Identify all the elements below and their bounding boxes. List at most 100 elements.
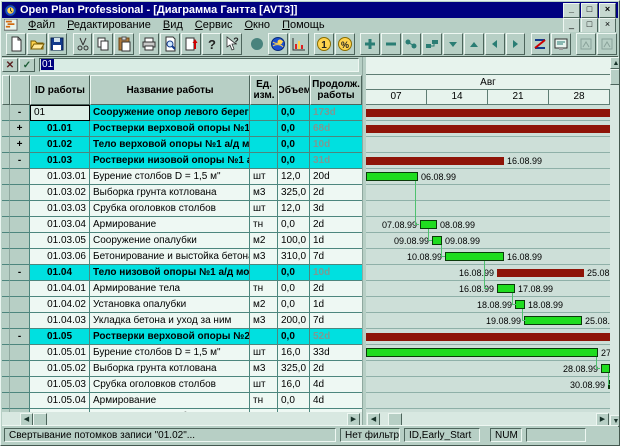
context-help-button[interactable]: ? — [222, 33, 242, 55]
table-row[interactable]: 01.04.01Армирование телатн0,02d — [2, 281, 362, 297]
screen-view-button[interactable] — [551, 33, 571, 55]
table-row[interactable]: 01.05.03Срубка оголовков столбовшт16,04d — [2, 377, 362, 393]
table-row[interactable]: -01Сооружение опор левого берега0,0173d — [2, 105, 362, 121]
table-row[interactable]: 01.03.05Сооружение опалубким2100,01d — [2, 233, 362, 249]
collapse-toggle[interactable]: - — [10, 153, 30, 169]
summary-bar[interactable] — [497, 269, 584, 277]
help-button[interactable]: ? — [202, 33, 222, 55]
child-minimize-button[interactable]: _ — [563, 18, 580, 33]
header-volume[interactable]: Объем — [278, 75, 310, 105]
vscroll-thumb[interactable] — [610, 69, 620, 85]
task-bar[interactable] — [366, 348, 598, 357]
sort-update-button[interactable] — [181, 33, 201, 55]
cell-unit: шт — [250, 377, 278, 393]
collapse-toggle[interactable]: + — [10, 137, 30, 153]
restore-button[interactable]: □ — [581, 3, 598, 18]
header-name[interactable]: Название работы — [90, 75, 250, 105]
collapse-toggle[interactable]: - — [10, 265, 30, 281]
main-area: ✕ ✓ 01 ID работы Название работы Ед. изм… — [2, 57, 620, 427]
histogram-button[interactable] — [289, 33, 309, 55]
gantt-row: 16.08.9925.08.9 — [366, 265, 610, 281]
summary-bar[interactable] — [366, 333, 610, 341]
minimize-button[interactable]: _ — [563, 3, 580, 18]
table-row[interactable]: +01.02Тело верховой опоры №1 а/д моста0,… — [2, 137, 362, 153]
new-document-button[interactable] — [6, 33, 26, 55]
table-row[interactable]: 01.04.03Укладка бетона и уход за нимм320… — [2, 313, 362, 329]
collapse-toggle[interactable]: - — [10, 329, 30, 345]
time-circle-icon — [247, 33, 267, 55]
header-unit[interactable]: Ед. изм. — [250, 75, 278, 105]
table-row[interactable]: 01.03.06Бетонирование и выстойка бетонам… — [2, 249, 362, 265]
save-button[interactable] — [48, 33, 68, 55]
print-button[interactable] — [139, 33, 159, 55]
bar-start-date: 18.08.99 — [477, 299, 512, 311]
table-row[interactable]: 01.03.01Бурение столбов D = 1,5 м"шт12,0… — [2, 169, 362, 185]
coin-percent-button[interactable]: % — [335, 33, 355, 55]
node-button[interactable] — [422, 33, 442, 55]
menu-item-4[interactable]: Окно — [238, 19, 276, 32]
task-bar[interactable] — [432, 236, 442, 245]
task-bar[interactable] — [445, 252, 504, 261]
table-row[interactable]: 01.03.02Выборка грунта котлованам3325,02… — [2, 185, 362, 201]
zigzag-view-button[interactable] — [531, 33, 551, 55]
cell-dur: 1d — [310, 297, 362, 313]
summary-bar[interactable] — [366, 125, 610, 133]
close-button[interactable]: × — [599, 3, 616, 18]
task-bar[interactable] — [420, 220, 437, 229]
task-bar[interactable] — [601, 364, 610, 373]
open-button[interactable] — [27, 33, 47, 55]
table-row[interactable]: +01.01Ростверки верховой опоры №1 а/д0,0… — [2, 121, 362, 137]
menu-item-5[interactable]: Помощь — [276, 19, 331, 32]
bar-finish-date: 27 — [601, 347, 610, 359]
summary-bar[interactable] — [366, 109, 610, 117]
link-button[interactable] — [402, 33, 422, 55]
summary-bar[interactable] — [366, 157, 504, 165]
cell-sel — [2, 217, 10, 233]
cell-id: 01.05.01 — [30, 345, 90, 361]
gantt-pane: Авг 07 14 21 28 16.08.9906.08.9907.08.99… — [366, 57, 610, 427]
task-bar[interactable] — [366, 172, 418, 181]
header-duration[interactable]: Продолж. работы — [310, 75, 362, 105]
table-row[interactable]: 01.05.04Армированиетн0,04d — [2, 393, 362, 409]
table-row[interactable]: -01.04Тело низовой опоры №1 а/д моста0,0… — [2, 265, 362, 281]
cell-vol: 16,0 — [278, 377, 310, 393]
table-row[interactable]: 01.03.03Срубка оголовков столбовшт12,03d — [2, 201, 362, 217]
move-left-button[interactable] — [485, 33, 505, 55]
world-clock-button[interactable] — [268, 33, 288, 55]
add-button[interactable] — [360, 33, 380, 55]
task-bar[interactable] — [497, 284, 515, 293]
child-restore-button[interactable]: □ — [581, 18, 598, 33]
task-bar[interactable] — [524, 316, 582, 325]
cell-sel — [2, 121, 10, 137]
table-row[interactable]: 01.05.02Выборка грунта котлованам3325,02… — [2, 361, 362, 377]
move-down-button[interactable] — [443, 33, 463, 55]
header-id[interactable]: ID работы — [30, 75, 90, 105]
table-row[interactable]: -01.03Ростверки низовой опоры №1 а/д м0,… — [2, 153, 362, 169]
collapse-toggle[interactable]: - — [10, 105, 30, 121]
table-row[interactable]: 01.05.01Бурение столбов D = 1,5 м"шт16,0… — [2, 345, 362, 361]
table-row[interactable]: 01.03.04Армированиетн0,02d — [2, 217, 362, 233]
cell-edit-field[interactable]: 01 — [39, 58, 359, 72]
menu-item-2[interactable]: Вид — [157, 19, 189, 32]
vertical-scrollbar[interactable]: ▲ ▼ — [610, 57, 620, 427]
scroll-up-icon[interactable]: ▲ — [610, 57, 620, 69]
confirm-edit-button[interactable]: ✓ — [19, 58, 35, 72]
move-up-button[interactable] — [464, 33, 484, 55]
print-preview-button[interactable] — [160, 33, 180, 55]
paste-button[interactable] — [114, 33, 134, 55]
cancel-edit-button[interactable]: ✕ — [2, 58, 18, 72]
cut-button[interactable] — [73, 33, 93, 55]
task-bar[interactable] — [515, 300, 525, 309]
copy-button[interactable] — [93, 33, 113, 55]
child-close-button[interactable]: × — [599, 18, 616, 33]
coin-1-button[interactable]: 1 — [314, 33, 334, 55]
menu-item-1[interactable]: Редактирование — [61, 19, 157, 32]
move-right-button[interactable] — [506, 33, 526, 55]
menu-item-3[interactable]: Сервис — [189, 19, 239, 32]
cell-dur: 7d — [310, 249, 362, 265]
remove-button[interactable] — [381, 33, 401, 55]
table-row[interactable]: -01.05Ростверки верховой опоры №2 а/д0,0… — [2, 329, 362, 345]
collapse-toggle[interactable]: + — [10, 121, 30, 137]
menu-item-0[interactable]: Файл — [22, 19, 61, 32]
table-row[interactable]: 01.04.02Установка опалубким20,01d — [2, 297, 362, 313]
